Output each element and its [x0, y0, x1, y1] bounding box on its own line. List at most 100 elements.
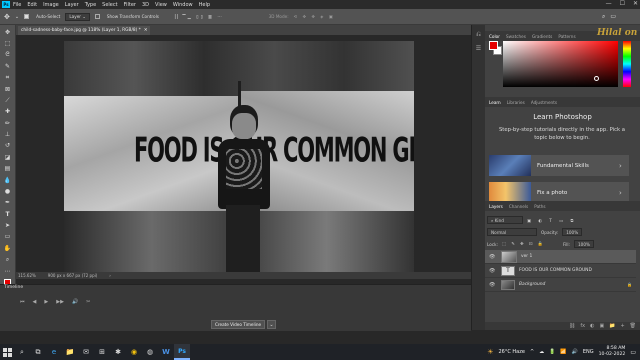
timeline-title[interactable]: Timeline [4, 285, 23, 290]
stamp-tool-icon[interactable]: ⊥ [4, 131, 12, 139]
create-video-timeline-button[interactable]: Create Video Timeline [211, 320, 265, 329]
audio-icon[interactable]: 🔊 [72, 299, 78, 305]
zoom-tool-icon[interactable]: ⌕ [4, 256, 12, 264]
3d-mode-icons[interactable]: ⟲ ✥ ✥ ◈ ▣ [294, 14, 335, 19]
status-arrow-icon[interactable]: › [109, 273, 111, 278]
auto-select-dropdown[interactable]: Layer ⌄ [65, 12, 90, 21]
eye-icon[interactable]: 👁 [489, 254, 497, 260]
transform-controls-checkbox[interactable] [94, 14, 100, 19]
close-icon[interactable]: ✕ [633, 0, 638, 7]
split-icon[interactable]: ✂ [86, 299, 90, 305]
healing-brush-icon[interactable]: ✚ [4, 108, 12, 116]
link-layers-icon[interactable]: ⛓ [569, 323, 575, 329]
blur-tool-icon[interactable]: 💧 [4, 177, 12, 185]
file-explorer-icon[interactable]: 📁 [62, 344, 78, 360]
tab-layers[interactable]: Layers [489, 204, 503, 209]
menu-3d[interactable]: 3D [142, 2, 149, 8]
close-tab-icon[interactable]: ✕ [144, 28, 148, 33]
menu-filter[interactable]: Filter [124, 2, 136, 8]
zoom-level[interactable]: 115.62% [18, 273, 36, 278]
fix-a-photo-card[interactable]: Fix a photo › [489, 182, 629, 203]
notification-icon[interactable]: ▭ [630, 349, 636, 356]
mask-icon[interactable]: ▣ [599, 323, 604, 329]
battery-icon[interactable]: 🔋 [549, 349, 555, 355]
history-panel-icon[interactable]: ⎌ [476, 31, 481, 39]
hue-slider[interactable] [623, 41, 631, 87]
color-picker-cursor[interactable] [594, 76, 599, 81]
layer-name[interactable]: Background [519, 282, 545, 287]
menu-window[interactable]: Window [173, 2, 193, 8]
document-canvas[interactable]: FOOD IS OUR COMMON GROUND [64, 41, 414, 273]
menu-type[interactable]: Type [85, 2, 96, 8]
layer-filter-dropdown[interactable]: ⌕ Kind [487, 216, 523, 224]
tool-preset-dropdown[interactable]: ⌄ [15, 14, 19, 20]
more-tools-icon[interactable]: ⋯ [4, 268, 12, 276]
menu-view[interactable]: View [155, 2, 167, 8]
lasso-tool-icon[interactable]: ᘓ [4, 51, 12, 59]
menu-select[interactable]: Select [102, 2, 117, 8]
crop-tool-icon[interactable]: ⌗ [4, 74, 12, 82]
cloud-icon[interactable]: ☁ [539, 349, 544, 355]
type-tool-icon[interactable]: T [4, 211, 12, 219]
layer-name[interactable]: FOOD IS OUR COMMON GROUND [519, 268, 592, 273]
fx-icon[interactable]: fx [580, 323, 585, 329]
delete-layer-icon[interactable]: 🗑 [630, 323, 636, 329]
move-tool-icon[interactable]: ✥ [4, 29, 12, 37]
app-icon[interactable]: ✱ [110, 344, 126, 360]
language-indicator[interactable]: ENG [583, 349, 594, 355]
maximize-icon[interactable]: ☐ [620, 0, 625, 7]
tab-libraries[interactable]: Libraries [507, 100, 525, 105]
search-icon[interactable]: ⌕ [14, 344, 30, 360]
tab-paths[interactable]: Paths [534, 204, 545, 209]
menu-image[interactable]: Image [43, 2, 59, 8]
auto-select-checkbox[interactable] [24, 14, 30, 19]
foreground-color-swatch[interactable] [489, 41, 498, 50]
start-button[interactable] [0, 344, 14, 360]
group-icon[interactable]: 📁 [609, 323, 615, 329]
minimize-icon[interactable]: — [606, 0, 612, 7]
align-icons[interactable]: ▕▏▔▁ ▯▯ ▥ ⋯ [172, 14, 224, 19]
eye-icon[interactable]: 👁 [489, 268, 497, 274]
new-layer-icon[interactable]: + [620, 323, 624, 329]
blend-mode-dropdown[interactable]: Normal [487, 228, 537, 236]
menu-file[interactable]: File [13, 2, 21, 8]
first-frame-icon[interactable]: ⏮ [20, 299, 25, 305]
opacity-input[interactable]: 100% [562, 228, 583, 236]
chrome-icon[interactable]: ◉ [126, 344, 142, 360]
volume-icon[interactable]: 🔊 [572, 349, 578, 355]
search-icon[interactable]: ⌕ [602, 13, 605, 21]
wifi-icon[interactable]: 📶 [560, 349, 566, 355]
menu-edit[interactable]: Edit [27, 2, 37, 8]
color-picker-field[interactable] [503, 41, 618, 87]
clock[interactable]: 8:58 AM 10-02-2022 [599, 346, 626, 358]
layer-row[interactable]: 👁 Background 🔒 [485, 278, 636, 292]
adjustment-layer-icon[interactable]: ◐ [590, 323, 594, 329]
dodge-tool-icon[interactable]: ● [4, 188, 12, 196]
tab-gradients[interactable]: Gradients [532, 34, 552, 39]
path-select-icon[interactable]: ➤ [4, 222, 12, 230]
eyedropper-icon[interactable]: ⟋ [4, 97, 12, 105]
app-icon[interactable]: ◍ [142, 344, 158, 360]
menu-layer[interactable]: Layer [65, 2, 79, 8]
mail-icon[interactable]: ✉ [78, 344, 94, 360]
quick-select-icon[interactable]: ✎ [4, 63, 12, 71]
brush-tool-icon[interactable]: ✏ [4, 120, 12, 128]
eye-icon[interactable]: 👁 [489, 282, 497, 288]
eraser-tool-icon[interactable]: ◪ [4, 154, 12, 162]
move-tool-icon[interactable]: ✥ [4, 13, 10, 21]
tab-patterns[interactable]: Patterns [558, 34, 575, 39]
layer-name[interactable]: ver 1 [521, 254, 532, 259]
fill-input[interactable]: 100% [574, 240, 594, 248]
word-icon[interactable]: W [158, 344, 174, 360]
layer-row[interactable]: 👁 T FOOD IS OUR COMMON GROUND [485, 264, 636, 278]
frame-tool-icon[interactable]: ⊠ [4, 86, 12, 94]
workspace-icon[interactable]: ▭ [610, 13, 616, 20]
menu-help[interactable]: Help [199, 2, 210, 8]
pen-tool-icon[interactable]: ✒ [4, 199, 12, 207]
weather-icon[interactable]: ☀ [487, 348, 493, 356]
store-icon[interactable]: ⊞ [94, 344, 110, 360]
play-icon[interactable]: ▶ [44, 299, 48, 305]
tab-channels[interactable]: Channels [509, 204, 528, 209]
hand-tool-icon[interactable]: ✋ [4, 245, 12, 253]
properties-panel-icon[interactable]: ☰ [476, 45, 481, 52]
